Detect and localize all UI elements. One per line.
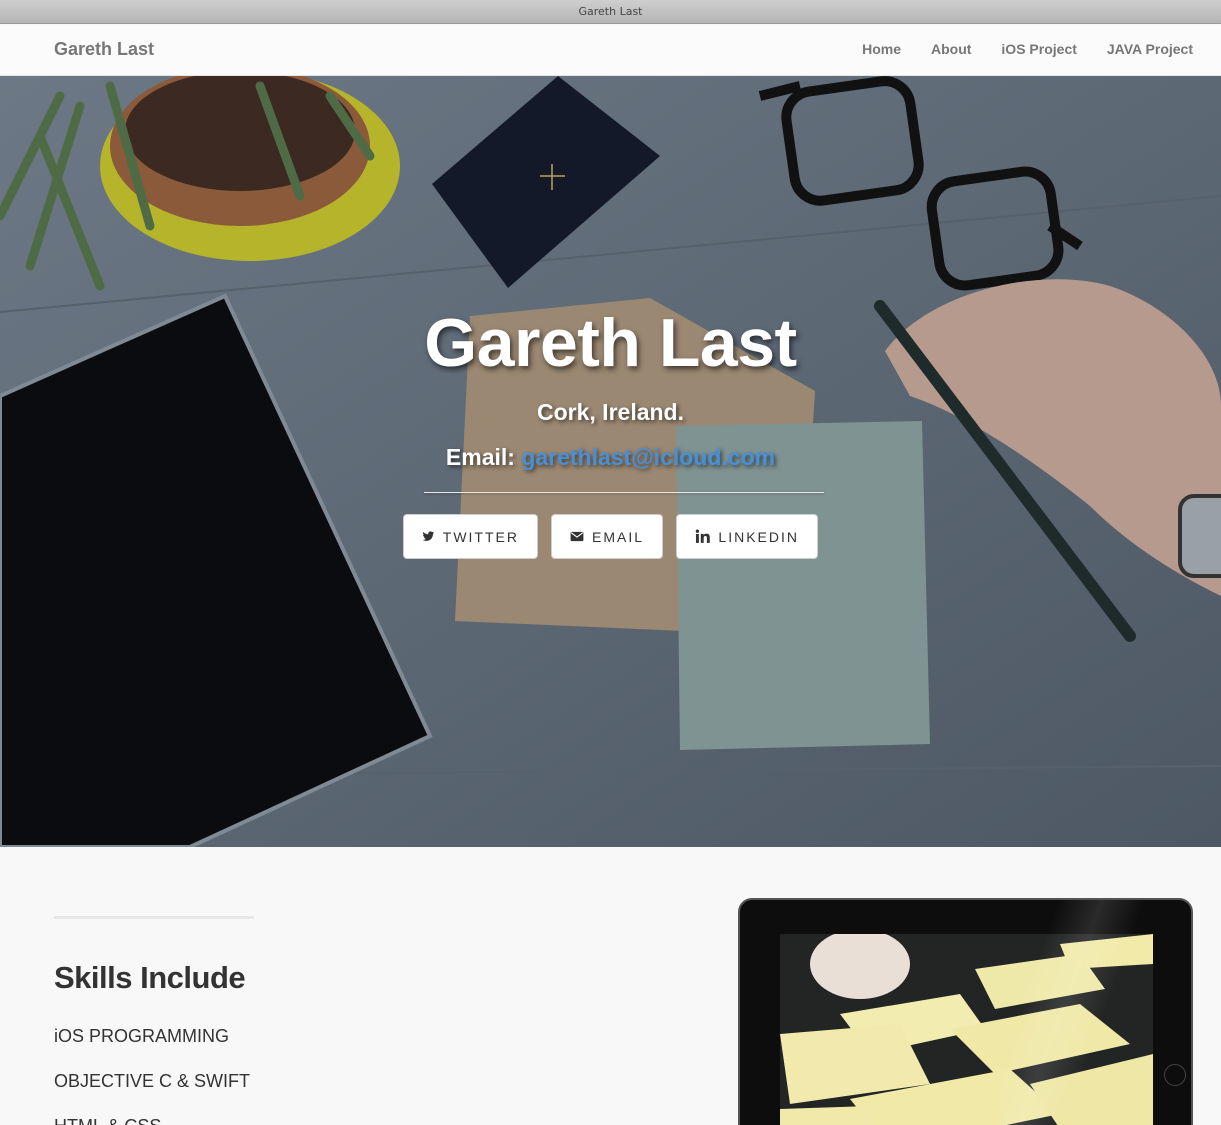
twitter-button-label: TWITTER [442, 528, 519, 545]
window-titlebar: Gareth Last [0, 0, 1221, 24]
skill-item: HTML & CSS [54, 1115, 250, 1125]
skill-item: iOS PROGRAMMING [54, 1026, 230, 1046]
nav-home[interactable]: Home [862, 41, 901, 57]
brand-link[interactable]: Gareth Last [54, 39, 154, 60]
nav-ios-project[interactable]: iOS Project [1001, 41, 1076, 57]
hero-location: Cork, Ireland. [537, 399, 684, 425]
nav-menu: Home About iOS Project JAVA Project [862, 41, 1193, 57]
ipad-glare [1000, 900, 1191, 1125]
linkedin-icon [695, 529, 710, 543]
social-buttons: TWITTER EMAIL LINKEDIN [0, 514, 1221, 559]
email-button[interactable]: EMAIL [551, 514, 663, 559]
twitter-button[interactable]: TWITTER [403, 514, 538, 559]
hero-divider [424, 492, 824, 493]
twitter-icon [422, 531, 435, 541]
navbar: Gareth Last Home About iOS Project JAVA … [0, 25, 1221, 76]
hero-section: Gareth Last Cork, Ireland. Email: gareth… [0, 76, 1221, 847]
linkedin-button-label: LINKEDIN [718, 528, 799, 545]
hero-content: Gareth Last Cork, Ireland. Email: gareth… [0, 76, 1221, 847]
skills-section: Skills Include iOS PROGRAMMING OBJECTIVE… [0, 847, 1221, 1125]
skills-heading: Skills Include [54, 960, 246, 995]
envelope-icon [570, 531, 584, 542]
email-button-label: EMAIL [591, 528, 644, 545]
hero-title: Gareth Last [424, 305, 797, 381]
skill-item: OBJECTIVE C & SWIFT [54, 1071, 251, 1091]
nav-java-project[interactable]: JAVA Project [1107, 41, 1193, 57]
hero-email-line: Email: garethlast@icloud.com [0, 444, 1221, 471]
ipad-mockup-image [738, 898, 1193, 1125]
hero-email-label: Email: [445, 444, 515, 470]
window-title: Gareth Last [578, 5, 643, 18]
section-divider [54, 916, 254, 919]
hero-email-link[interactable]: garethlast@icloud.com [521, 444, 775, 470]
skills-list: iOS PROGRAMMING OBJECTIVE C & SWIFT HTML… [54, 1025, 250, 1125]
nav-about[interactable]: About [931, 41, 971, 57]
linkedin-button[interactable]: LINKEDIN [676, 514, 818, 559]
